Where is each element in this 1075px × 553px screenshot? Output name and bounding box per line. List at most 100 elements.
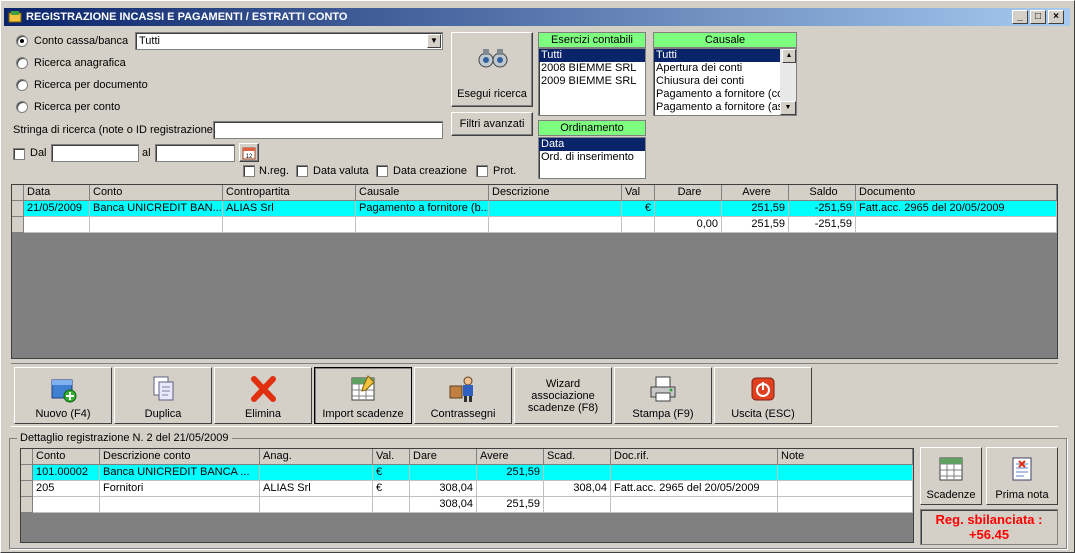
grid-cell [544, 497, 611, 513]
prima-nota-button[interactable]: Prima nota [986, 447, 1058, 505]
minimize-button[interactable]: _ [1012, 10, 1028, 24]
printer-icon [650, 376, 676, 402]
causale-scrollbar[interactable]: ▲ ▼ [780, 49, 796, 115]
detail-grid[interactable]: Conto Descrizione conto Anag. Val. Dare … [20, 448, 914, 543]
advanced-filters-button[interactable]: Filtri avanzati [451, 112, 533, 136]
prot-label: Prot. [493, 165, 517, 177]
list-item[interactable]: Pagamento a fornitore (as [654, 101, 780, 114]
grid-cell: 0,00 [655, 217, 722, 233]
ordinamento-list[interactable]: Data Ord. di inserimento [538, 137, 646, 179]
grid-cell [778, 481, 913, 497]
grid-cell: Banca UNICREDIT BAN... [90, 201, 223, 217]
account-select-value: Tutti [139, 35, 160, 47]
radio-label: Ricerca per conto [34, 101, 121, 113]
grid-cell [260, 497, 373, 513]
dal-checkbox[interactable] [13, 148, 25, 160]
col-header-descrizione-conto[interactable]: Descrizione conto [100, 449, 260, 465]
col-header-avere[interactable]: Avere [477, 449, 544, 465]
col-header-note[interactable]: Note [778, 449, 913, 465]
scroll-down-icon[interactable]: ▼ [780, 101, 796, 115]
search-string-input[interactable] [213, 121, 443, 139]
grid-cell: ALIAS Srl [223, 201, 356, 217]
list-item[interactable]: 2009 BIEMME SRL [539, 75, 645, 88]
elimina-label: Elimina [244, 408, 282, 420]
prima-nota-label: Prima nota [995, 489, 1049, 501]
radio-ricerca-documento[interactable]: Ricerca per documento [16, 79, 148, 91]
col-header-dare[interactable]: Dare [410, 449, 477, 465]
date-to-input[interactable] [155, 144, 235, 162]
uscita-button[interactable]: Uscita (ESC) [714, 367, 812, 424]
movements-grid[interactable]: Data Conto Contropartita Causale Descriz… [11, 184, 1058, 359]
delivery-person-icon [449, 376, 473, 402]
ordinamento-header: Ordinamento [538, 120, 646, 136]
radio-label: Ricerca anagrafica [34, 57, 126, 69]
list-item[interactable]: Tutti [654, 49, 780, 62]
col-header-dare[interactable]: Dare [655, 185, 722, 201]
grid-cell: -251,59 [789, 217, 856, 233]
col-header-saldo[interactable]: Saldo [789, 185, 856, 201]
elimina-button[interactable]: Elimina [214, 367, 312, 424]
causale-list[interactable]: Tutti Apertura dei conti Chiusura dei co… [653, 48, 797, 116]
list-item[interactable]: Data [539, 138, 645, 151]
row-header [12, 201, 24, 217]
data-valuta-label: Data valuta [313, 165, 369, 177]
search-button[interactable]: Esegui ricerca [451, 32, 533, 107]
scadenze-button[interactable]: Scadenze [920, 447, 982, 505]
calendar-button[interactable]: 12 [239, 143, 259, 162]
contrassegni-button[interactable]: Contrassegni [414, 367, 512, 424]
radio-conto-cassa[interactable]: Conto cassa/banca [16, 35, 128, 47]
col-header-contropartita[interactable]: Contropartita [223, 185, 356, 201]
grid-cell: 101.00002 [33, 465, 100, 481]
grid-cell: 251,59 [722, 217, 789, 233]
list-item[interactable]: Tutti [539, 49, 645, 62]
stampa-button[interactable]: Stampa (F9) [614, 367, 712, 424]
grid-cell: 308,04 [410, 481, 477, 497]
scroll-up-icon[interactable]: ▲ [782, 49, 796, 63]
col-header-conto[interactable]: Conto [33, 449, 100, 465]
data-valuta-checkbox[interactable] [296, 165, 308, 177]
grid-cell: -251,59 [789, 201, 856, 217]
date-from-input[interactable] [51, 144, 139, 162]
wizard-button[interactable]: Wizard associazione scadenze (F8) [514, 367, 612, 424]
duplica-button[interactable]: Duplica [114, 367, 212, 424]
grid-cell [90, 217, 223, 233]
nuovo-button[interactable]: Nuovo (F4) [14, 367, 112, 424]
col-header-conto[interactable]: Conto [90, 185, 223, 201]
list-item[interactable]: Pagamento a fornitore (co [654, 88, 780, 101]
close-button[interactable]: × [1048, 10, 1064, 24]
col-header-data[interactable]: Data [24, 185, 90, 201]
maximize-button[interactable]: □ [1030, 10, 1046, 24]
col-header-val[interactable]: Val [622, 185, 655, 201]
notepad-icon [1012, 457, 1032, 481]
col-header-documento[interactable]: Documento [856, 185, 1057, 201]
uscita-label: Uscita (ESC) [731, 408, 795, 420]
radio-ricerca-conto[interactable]: Ricerca per conto [16, 101, 120, 113]
col-header-causale[interactable]: Causale [356, 185, 489, 201]
row-header [21, 481, 33, 497]
col-header-anag[interactable]: Anag. [260, 449, 373, 465]
prot-checkbox[interactable] [476, 165, 488, 177]
import-scadenze-button[interactable]: Import scadenze [314, 367, 412, 424]
col-header-docrif[interactable]: Doc.rif. [611, 449, 778, 465]
esercizi-list[interactable]: Tutti 2008 BIEMME SRL 2009 BIEMME SRL [538, 48, 646, 116]
grid-cell: € [373, 481, 410, 497]
list-item[interactable]: Apertura dei conti [654, 62, 780, 75]
col-header-descrizione[interactable]: Descrizione [489, 185, 622, 201]
grid-cell: 308,04 [410, 497, 477, 513]
chevron-down-icon[interactable]: ▼ [427, 34, 441, 48]
radio-ricerca-anagrafica[interactable]: Ricerca anagrafica [16, 57, 126, 69]
grid-cell [856, 217, 1057, 233]
col-header-avere[interactable]: Avere [722, 185, 789, 201]
col-header-val[interactable]: Val. [373, 449, 410, 465]
grid-corner [21, 449, 33, 465]
grid-cell [622, 217, 655, 233]
nreg-checkbox[interactable] [243, 165, 255, 177]
col-header-scad[interactable]: Scad. [544, 449, 611, 465]
wizard-label: Wizard associazione scadenze (F8) [527, 378, 599, 414]
account-select[interactable]: Tutti ▼ [135, 32, 443, 50]
list-item[interactable]: Ord. di inserimento [539, 151, 645, 164]
stampa-label: Stampa (F9) [632, 408, 694, 420]
data-creazione-checkbox[interactable] [376, 165, 388, 177]
list-item[interactable]: 2008 BIEMME SRL [539, 62, 645, 75]
list-item[interactable]: Chiusura dei conti [654, 75, 780, 88]
